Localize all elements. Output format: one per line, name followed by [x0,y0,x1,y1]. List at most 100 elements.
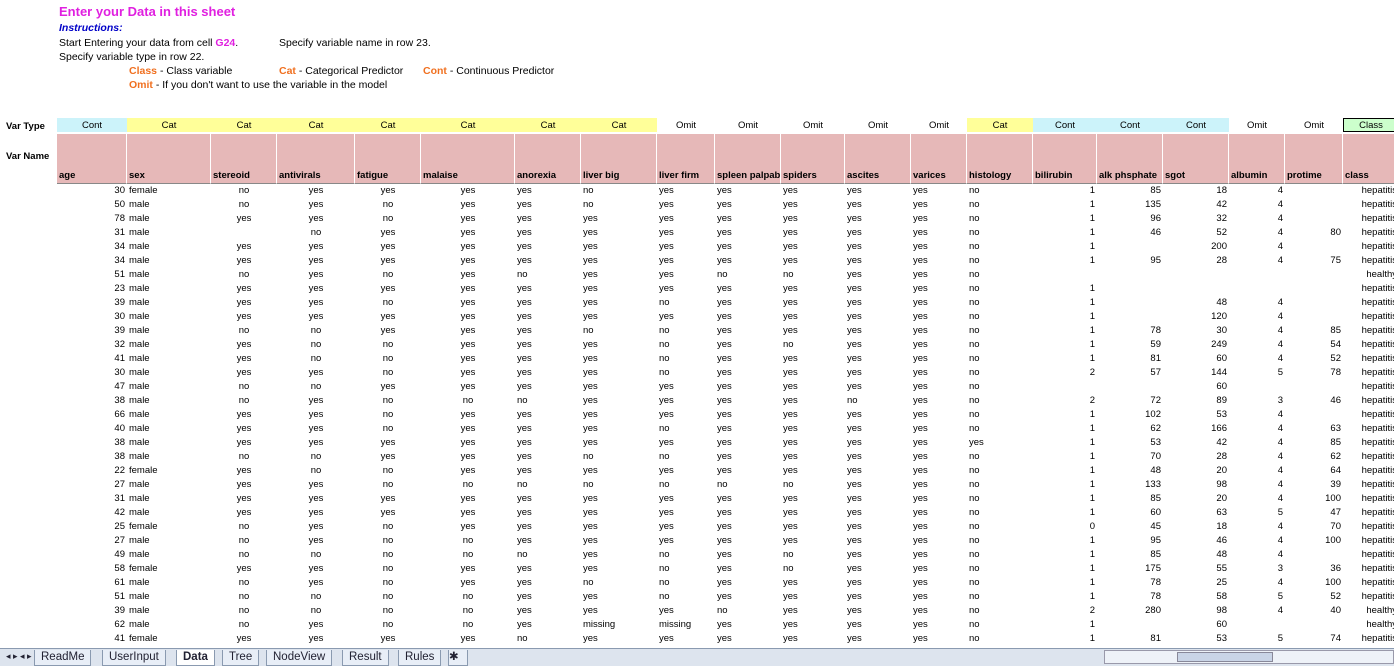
table-cell[interactable]: no [657,548,715,562]
table-cell[interactable]: missing [657,618,715,632]
table-cell[interactable]: male [127,450,211,464]
table-cell[interactable]: missing [581,618,657,632]
table-cell[interactable]: yes [277,534,355,548]
table-cell[interactable]: no [967,282,1033,296]
table-cell[interactable]: yes [515,436,581,450]
table-cell[interactable]: yes [581,534,657,548]
table-cell[interactable]: no [581,184,657,198]
table-cell[interactable]: 95 [1097,254,1163,268]
table-cell[interactable]: yes [515,212,581,226]
table-cell[interactable]: yes [911,366,967,380]
table-cell[interactable]: 42 [1163,198,1229,212]
table-cell[interactable]: yes [515,604,581,618]
table-cell[interactable]: 85 [1097,492,1163,506]
table-cell[interactable]: 50 [57,198,127,212]
table-cell[interactable]: yes [845,282,911,296]
table-cell[interactable]: 1 [1033,226,1097,240]
table-cell[interactable]: no [781,562,845,576]
table-cell[interactable]: 4 [1229,492,1285,506]
horizontal-scrollbar[interactable] [1104,650,1394,664]
table-cell[interactable]: yes [657,534,715,548]
table-cell[interactable]: yes [581,226,657,240]
table-cell[interactable]: no [781,478,845,492]
table-cell[interactable]: yes [277,240,355,254]
table-cell[interactable]: no [967,492,1033,506]
table-cell[interactable]: yes [715,254,781,268]
table-cell[interactable]: yes [515,184,581,198]
table-cell[interactable]: yes [581,310,657,324]
table-cell[interactable]: no [967,184,1033,198]
table-cell[interactable]: male [127,590,211,604]
table-cell[interactable]: 1 [1033,478,1097,492]
table-cell[interactable]: hepatitis [1343,590,1394,604]
table-cell[interactable]: male [127,310,211,324]
table-cell[interactable]: no [967,240,1033,254]
table-cell[interactable]: yes [421,436,515,450]
table-cell[interactable]: yes [911,492,967,506]
table-cell[interactable]: yes [515,534,581,548]
table-cell[interactable]: yes [421,450,515,464]
table-cell[interactable]: yes [277,282,355,296]
table-cell[interactable]: yes [515,324,581,338]
table-cell[interactable]: yes [421,632,515,646]
var-name-cell[interactable]: bilirubin [1033,134,1097,184]
table-cell[interactable]: 22 [57,464,127,478]
table-cell[interactable]: 100 [1285,492,1343,506]
table-cell[interactable]: yes [657,184,715,198]
table-cell[interactable]: no [967,408,1033,422]
table-cell[interactable]: yes [657,604,715,618]
table-cell[interactable]: no [657,422,715,436]
table-cell[interactable]: yes [845,492,911,506]
table-cell[interactable]: yes [781,254,845,268]
table-cell[interactable]: yes [911,198,967,212]
table-cell[interactable]: yes [715,366,781,380]
table-cell[interactable]: yes [421,184,515,198]
table-cell[interactable]: yes [715,618,781,632]
table-cell[interactable] [1097,296,1163,310]
table-cell[interactable]: no [967,268,1033,282]
table-cell[interactable]: no [967,198,1033,212]
sheet-tab-result[interactable]: Result [342,650,389,666]
table-cell[interactable]: hepatitis [1343,366,1394,380]
table-cell[interactable]: yes [211,436,277,450]
table-cell[interactable]: yes [421,576,515,590]
sheet-tab-userinput[interactable]: UserInput [102,650,166,666]
table-cell[interactable]: yes [421,324,515,338]
table-cell[interactable]: no [421,604,515,618]
table-cell[interactable]: 30 [1163,324,1229,338]
table-cell[interactable]: yes [515,450,581,464]
table-cell[interactable]: hepatitis [1343,492,1394,506]
table-cell[interactable] [1285,282,1343,296]
table-cell[interactable]: yes [845,534,911,548]
table-cell[interactable]: no [581,324,657,338]
var-name-cell[interactable]: antivirals [277,134,355,184]
table-cell[interactable]: yes [355,450,421,464]
table-cell[interactable]: yes [515,352,581,366]
table-cell[interactable]: yes [845,632,911,646]
table-cell[interactable]: 89 [1163,394,1229,408]
table-cell[interactable]: yes [911,282,967,296]
table-cell[interactable]: yes [845,380,911,394]
sheet-tab-data[interactable]: Data [176,650,215,666]
table-cell[interactable]: 4 [1229,478,1285,492]
table-cell[interactable]: 32 [57,338,127,352]
table-cell[interactable]: no [277,450,355,464]
table-cell[interactable]: male [127,604,211,618]
table-cell[interactable]: yes [277,198,355,212]
table-cell[interactable]: no [515,478,581,492]
table-cell[interactable]: healthy [1343,618,1394,632]
table-cell[interactable]: 1 [1033,254,1097,268]
table-cell[interactable]: 45 [1097,520,1163,534]
table-cell[interactable]: 31 [57,492,127,506]
table-cell[interactable]: 98 [1163,478,1229,492]
table-cell[interactable]: yes [581,240,657,254]
table-cell[interactable]: 5 [1229,506,1285,520]
table-cell[interactable]: no [355,268,421,282]
table-cell[interactable]: 60 [1163,352,1229,366]
table-cell[interactable]: 3 [1229,562,1285,576]
table-cell[interactable]: male [127,324,211,338]
table-cell[interactable]: yes [911,408,967,422]
table-cell[interactable]: yes [911,576,967,590]
table-cell[interactable]: 39 [1285,478,1343,492]
table-cell[interactable]: no [715,604,781,618]
